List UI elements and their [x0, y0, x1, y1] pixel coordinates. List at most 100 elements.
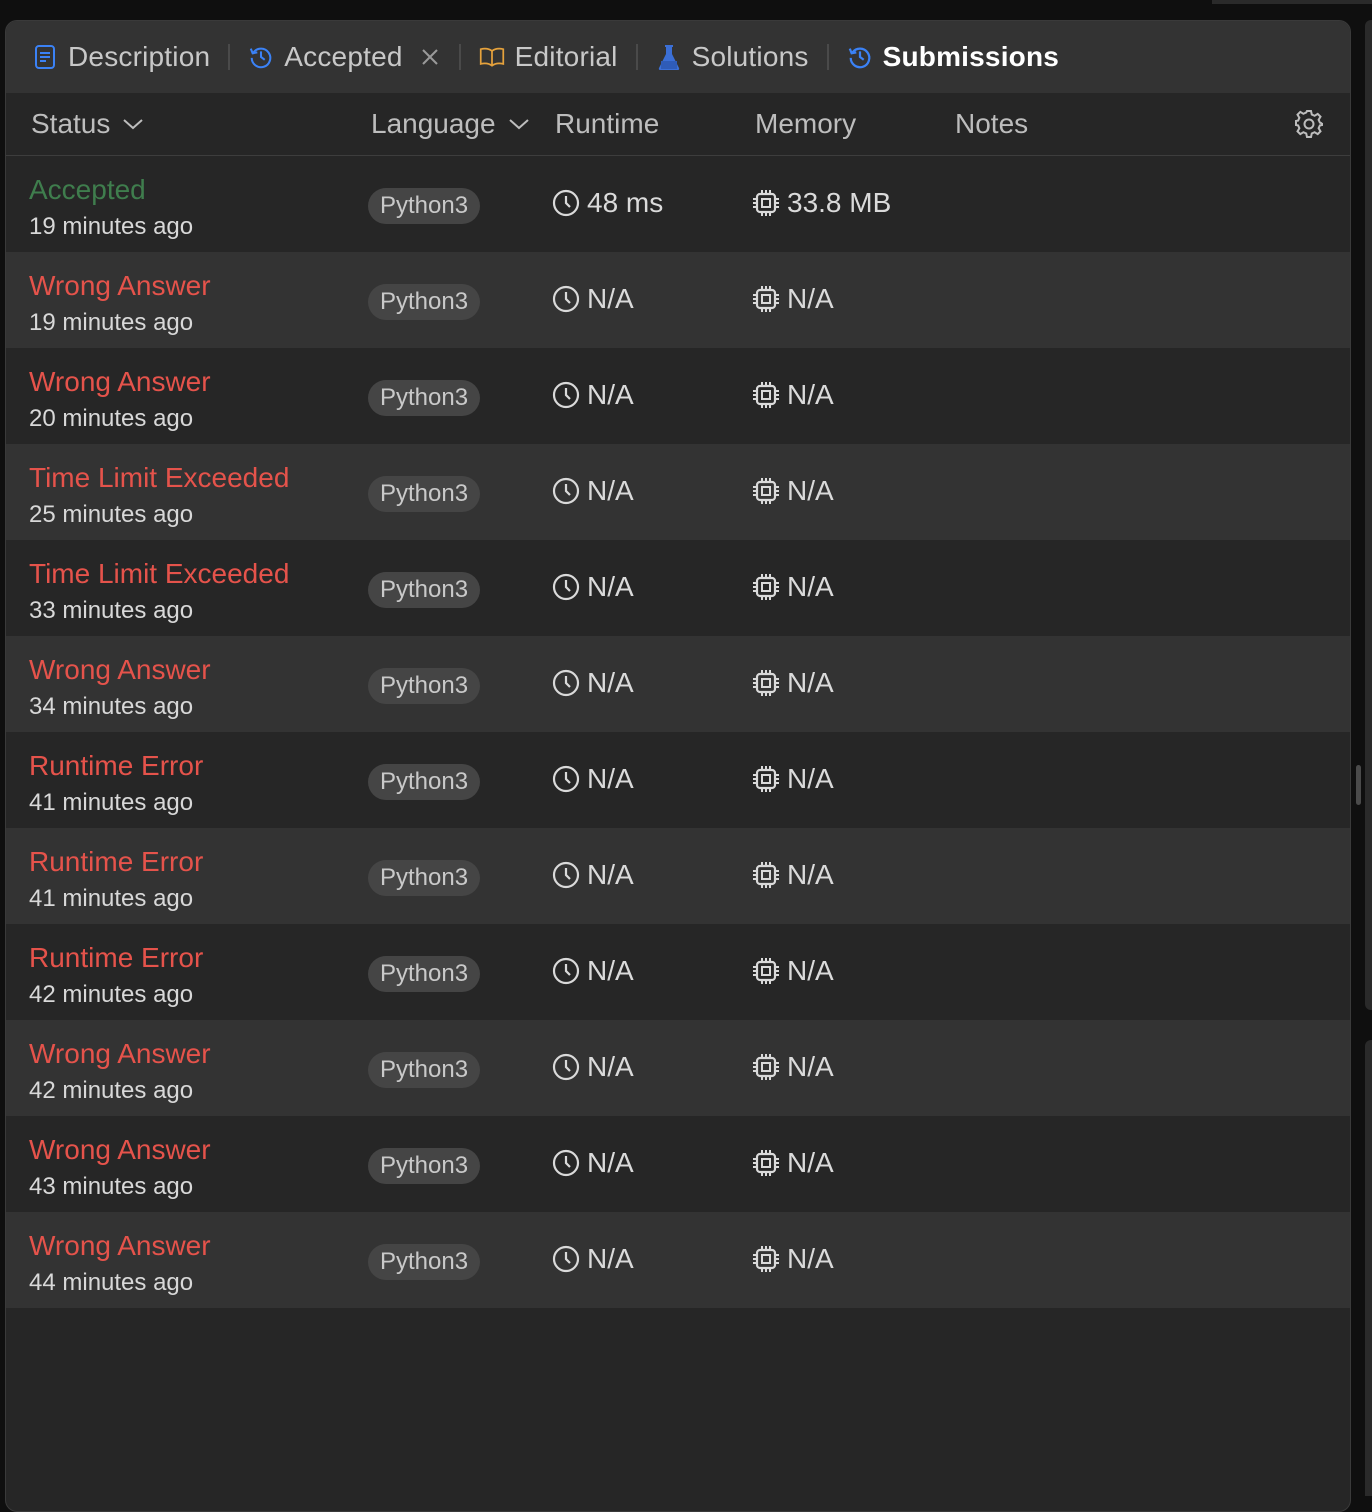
memory-value: N/A	[751, 475, 834, 507]
submission-status[interactable]: Wrong Answer	[29, 654, 211, 686]
language-badge: Python3	[368, 1148, 481, 1184]
runtime-value: N/A	[551, 379, 634, 411]
memory-value: N/A	[751, 1243, 834, 1275]
submission-row[interactable]: Runtime Error 41 minutes ago Python3 N/A…	[6, 732, 1350, 828]
tab-bar: Description Accepted Editorial Solutions	[6, 21, 1350, 93]
tab-editorial[interactable]: Editorial	[479, 21, 618, 93]
submission-time: 25 minutes ago	[29, 501, 194, 528]
status-filter[interactable]: Status	[31, 93, 144, 155]
tab-label: Description	[68, 41, 211, 72]
runtime-text: N/A	[587, 859, 634, 890]
submission-row[interactable]: Runtime Error 41 minutes ago Python3 N/A…	[6, 828, 1350, 924]
chip-icon	[751, 1148, 781, 1178]
language-badge: Python3	[368, 860, 481, 896]
language-badge: Python3	[368, 188, 481, 224]
memory-text: N/A	[787, 1147, 834, 1178]
submission-time: 43 minutes ago	[29, 1173, 194, 1200]
memory-text: N/A	[787, 571, 834, 602]
runtime-text: N/A	[587, 1051, 634, 1082]
chip-icon	[751, 1052, 781, 1082]
submission-row[interactable]: Wrong Answer 34 minutes ago Python3 N/A …	[6, 636, 1350, 732]
chip-icon	[751, 476, 781, 506]
submission-time: 41 minutes ago	[29, 885, 194, 912]
tab-submissions[interactable]: Submissions	[847, 21, 1059, 93]
submission-status[interactable]: Wrong Answer	[29, 1230, 211, 1262]
memory-value: N/A	[751, 763, 834, 795]
gear-icon[interactable]	[1294, 109, 1324, 139]
memory-text: N/A	[787, 1243, 834, 1274]
language-badge: Python3	[368, 764, 481, 800]
submission-status[interactable]: Runtime Error	[29, 942, 203, 974]
clock-icon	[551, 1052, 581, 1082]
runtime-text: 48 ms	[587, 187, 664, 218]
clock-icon	[551, 764, 581, 794]
chip-icon	[751, 956, 781, 986]
memory-text: N/A	[787, 475, 834, 506]
chip-icon	[751, 764, 781, 794]
submission-row[interactable]: Wrong Answer 42 minutes ago Python3 N/A …	[6, 1020, 1350, 1116]
memory-text: N/A	[787, 667, 834, 698]
runtime-text: N/A	[587, 475, 634, 506]
resize-handle[interactable]	[1356, 765, 1361, 805]
submission-row[interactable]: Accepted 19 minutes ago Python3 48 ms 33…	[6, 156, 1350, 252]
tab-divider	[458, 44, 461, 70]
submission-time: 20 minutes ago	[29, 405, 194, 432]
tab-description[interactable]: Description	[32, 21, 210, 93]
submission-status[interactable]: Wrong Answer	[29, 366, 211, 398]
submission-row[interactable]: Wrong Answer 19 minutes ago Python3 N/A …	[6, 252, 1350, 348]
submission-status[interactable]: Wrong Answer	[29, 270, 211, 302]
window-edge	[1212, 0, 1372, 4]
submission-status[interactable]: Time Limit Exceeded	[29, 462, 289, 494]
submission-status[interactable]: Runtime Error	[29, 846, 203, 878]
submission-time: 19 minutes ago	[29, 309, 194, 336]
submission-status[interactable]: Time Limit Exceeded	[29, 558, 289, 590]
memory-text: N/A	[787, 379, 834, 410]
language-badge: Python3	[368, 1052, 481, 1088]
memory-text: N/A	[787, 1051, 834, 1082]
runtime-text: N/A	[587, 379, 634, 410]
column-header-runtime: Runtime	[555, 108, 660, 139]
tab-label: Editorial	[514, 41, 618, 72]
runtime-value: N/A	[551, 475, 634, 507]
chip-icon	[751, 188, 781, 218]
runtime-value: N/A	[551, 1051, 634, 1083]
column-header-status: Status	[31, 108, 111, 139]
runtime-value: 48 ms	[551, 187, 663, 219]
submission-row[interactable]: Wrong Answer 44 minutes ago Python3 N/A …	[6, 1212, 1350, 1308]
language-badge: Python3	[368, 1244, 481, 1280]
chip-icon	[751, 380, 781, 410]
description-icon	[32, 44, 58, 70]
tab-accepted[interactable]: Accepted	[248, 21, 440, 93]
close-icon[interactable]	[419, 46, 441, 68]
submission-time: 34 minutes ago	[29, 693, 194, 720]
submission-status[interactable]: Accepted	[29, 174, 146, 206]
language-badge: Python3	[368, 668, 481, 704]
memory-value: N/A	[751, 379, 834, 411]
language-filter[interactable]: Language	[371, 93, 530, 155]
submission-row[interactable]: Wrong Answer 43 minutes ago Python3 N/A …	[6, 1116, 1350, 1212]
clock-icon	[551, 284, 581, 314]
submission-time: 44 minutes ago	[29, 1269, 194, 1296]
clock-icon	[551, 956, 581, 986]
chevron-down-icon	[122, 113, 144, 135]
tab-solutions[interactable]: Solutions	[656, 21, 809, 93]
submission-row[interactable]: Time Limit Exceeded 33 minutes ago Pytho…	[6, 540, 1350, 636]
history-icon	[248, 44, 274, 70]
runtime-value: N/A	[551, 859, 634, 891]
runtime-text: N/A	[587, 763, 634, 794]
tab-divider	[635, 44, 638, 70]
runtime-text: N/A	[587, 955, 634, 986]
submission-status[interactable]: Runtime Error	[29, 750, 203, 782]
submission-status[interactable]: Wrong Answer	[29, 1134, 211, 1166]
submission-row[interactable]: Runtime Error 42 minutes ago Python3 N/A…	[6, 924, 1350, 1020]
clock-icon	[551, 1148, 581, 1178]
submission-status[interactable]: Wrong Answer	[29, 1038, 211, 1070]
runtime-value: N/A	[551, 1243, 634, 1275]
runtime-text: N/A	[587, 667, 634, 698]
submission-row[interactable]: Wrong Answer 20 minutes ago Python3 N/A …	[6, 348, 1350, 444]
submission-row[interactable]: Time Limit Exceeded 25 minutes ago Pytho…	[6, 444, 1350, 540]
memory-value: N/A	[751, 1147, 834, 1179]
column-header-notes: Notes	[955, 108, 1029, 139]
runtime-value: N/A	[551, 571, 634, 603]
runtime-text: N/A	[587, 283, 634, 314]
